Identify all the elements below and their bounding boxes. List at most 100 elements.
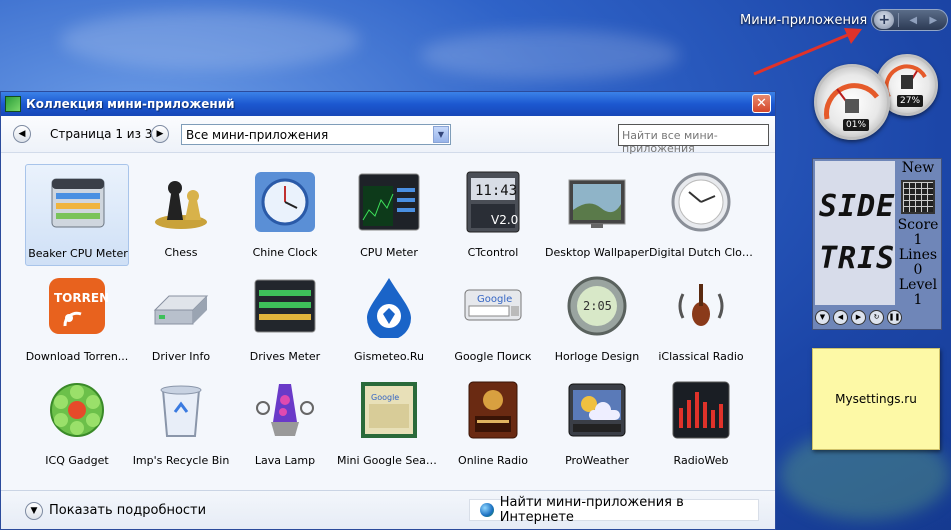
recycle-bin-icon <box>160 385 202 437</box>
expand-details-button[interactable]: ▼ <box>25 502 43 520</box>
driver-info-icon <box>153 295 209 325</box>
svg-text:11:43: 11:43 <box>475 183 517 199</box>
chevron-down-icon[interactable]: ▼ <box>433 126 449 143</box>
category-dropdown[interactable]: Все мини-приложения ▼ <box>181 124 451 145</box>
lines-label: Lines <box>898 247 938 263</box>
gadget-item[interactable]: 2:05 Horloge Design <box>545 268 649 370</box>
right-arrow-icon[interactable]: ▶ <box>851 309 866 325</box>
gadget-label: Horloge Design <box>554 350 640 363</box>
gadget-item[interactable]: Desktop Wallpaper <box>545 164 649 266</box>
toolbar: ◀ Страница 1 из 3 ▶ Все мини-приложения … <box>1 116 775 155</box>
gadget-item[interactable]: ProWeather <box>545 372 649 474</box>
gadget-item[interactable]: ICQ Gadget <box>25 372 129 474</box>
show-details-label[interactable]: Показать подробности <box>49 503 206 518</box>
level-value: 1 <box>913 292 923 308</box>
sticky-note-gadget[interactable]: Mysettings.ru <box>812 348 940 450</box>
gadget-item[interactable]: Google Mini Google Search <box>337 372 441 474</box>
gadget-label: iClassical Radio <box>658 350 744 363</box>
pause-icon[interactable]: ❚❚ <box>887 309 902 325</box>
proweather-icon <box>568 383 626 437</box>
level-label: Level <box>898 277 938 293</box>
gadget-label: CPU Meter <box>360 246 418 259</box>
gadget-label: Download Torren... <box>25 350 129 363</box>
footer: ▼ Показать подробности Найти мини-прилож… <box>1 490 775 529</box>
prev-page-button[interactable]: ◀ <box>13 125 31 143</box>
iclassical-radio-icon <box>678 284 724 326</box>
gadget-label: Mini Google Search <box>337 454 441 467</box>
lava-lamp-icon <box>256 384 314 436</box>
gadget-item[interactable]: Online Radio <box>441 372 545 474</box>
google-search-icon: Google <box>464 289 522 321</box>
svg-text:Google: Google <box>371 393 399 402</box>
desktop-wallpaper-icon <box>568 179 626 228</box>
gadget-item[interactable]: Drives Meter <box>233 268 337 370</box>
chess-icon <box>155 181 207 229</box>
note-text: Mysettings.ru <box>835 392 917 406</box>
globe-icon <box>480 503 494 517</box>
sidebar-prev-button[interactable]: ◀ <box>903 11 923 29</box>
category-value: Все мини-приложения <box>186 128 329 142</box>
window-title: Коллекция мини-приложений <box>26 97 235 111</box>
gadget-item[interactable]: Chess <box>129 164 233 266</box>
gadget-item[interactable]: Beaker CPU Meter <box>25 164 129 266</box>
gadget-label: RadioWeb <box>673 454 729 467</box>
drives-meter-icon <box>254 279 316 333</box>
gadget-label: ICQ Gadget <box>45 454 109 467</box>
gadget-item[interactable]: iClassical Radio <box>649 268 753 370</box>
gadget-item[interactable]: Driver Info <box>129 268 233 370</box>
gadget-label: Chess <box>164 246 198 259</box>
gadget-item[interactable]: Chine Clock <box>233 164 337 266</box>
search-input[interactable]: Найти все мини-приложения <box>618 124 769 155</box>
gadget-item[interactable]: Imp's Recycle Bin <box>129 372 233 474</box>
tetris-logo-line1: SIDE <box>819 189 896 224</box>
left-arrow-icon[interactable]: ◀ <box>833 309 848 325</box>
svg-text:2:05: 2:05 <box>583 299 612 313</box>
gadget-label: Gismeteo.Ru <box>353 350 425 363</box>
page-indicator: Страница 1 из 3 <box>50 127 153 141</box>
gadget-item[interactable]: Digital Dutch Clock <box>649 164 753 266</box>
gadget-label: Driver Info <box>151 350 211 363</box>
get-more-gadgets-online-link[interactable]: Найти мини-приложения в Интернете <box>469 495 759 525</box>
gadget-label: Drives Meter <box>249 350 321 363</box>
cpu-meter-gadget[interactable]: 27% 01% <box>812 54 942 144</box>
next-page-button[interactable]: ▶ <box>151 125 169 143</box>
down-arrow-icon[interactable]: ▼ <box>815 309 830 325</box>
title-bar[interactable]: Коллекция мини-приложений ✕ <box>1 92 775 116</box>
add-gadget-button[interactable]: + <box>874 11 895 29</box>
sidebar-next-button[interactable]: ▶ <box>923 11 943 29</box>
ctcontrol-icon: 11:43 V2.0 <box>466 171 520 233</box>
horloge-design-icon: 2:05 <box>567 276 627 336</box>
gadget-item[interactable]: 11:43 V2.0 CTcontrol <box>441 164 545 266</box>
chine-clock-icon <box>255 172 315 232</box>
tetris-controls: ▼ ◀ ▶ ↻ ❚❚ <box>815 307 939 327</box>
cpu-percent: 01% <box>843 119 870 131</box>
gadget-label: CTcontrol <box>467 246 519 259</box>
gadget-item[interactable]: Gismeteo.Ru <box>337 268 441 370</box>
gadget-label: Digital Dutch Clock <box>649 246 753 259</box>
gadget-label: ProWeather <box>565 454 629 467</box>
gismeteo-icon <box>367 278 411 338</box>
gadget-label: Chine Clock <box>252 246 318 259</box>
download-torrent-icon: TORRENT <box>49 278 109 334</box>
tetris-gadget[interactable]: SIDE TRIS New Score 1 Lines 0 Level 1 ▼ … <box>812 158 942 330</box>
tetris-new-button[interactable]: New <box>897 161 939 176</box>
online-link-label: Найти мини-приложения в Интернете <box>499 495 684 525</box>
tetris-stats: New Score 1 Lines 0 Level 1 <box>897 161 939 308</box>
svg-text:TORRENT: TORRENT <box>54 291 109 305</box>
svg-text:Google: Google <box>477 294 512 305</box>
score-label: Score <box>897 217 939 233</box>
gadget-item[interactable]: CPU Meter <box>337 164 441 266</box>
online-radio-icon <box>468 381 518 439</box>
wallpaper-cloud <box>60 10 360 70</box>
gadget-item[interactable]: Lava Lamp <box>233 372 337 474</box>
divider <box>898 13 900 27</box>
rotate-icon[interactable]: ↻ <box>869 309 884 325</box>
memory-percent: 27% <box>897 95 924 107</box>
gadget-gallery-window: Коллекция мини-приложений ✕ ◀ Страница 1… <box>0 91 776 530</box>
gadget-label: Desktop Wallpaper <box>545 246 649 259</box>
close-button[interactable]: ✕ <box>752 94 771 113</box>
tetris-next-piece <box>901 180 935 214</box>
gadget-item[interactable]: RadioWeb <box>649 372 753 474</box>
gadget-item[interactable]: TORRENT Download Torren... <box>25 268 129 370</box>
gadget-item[interactable]: Google Google Поиск <box>441 268 545 370</box>
